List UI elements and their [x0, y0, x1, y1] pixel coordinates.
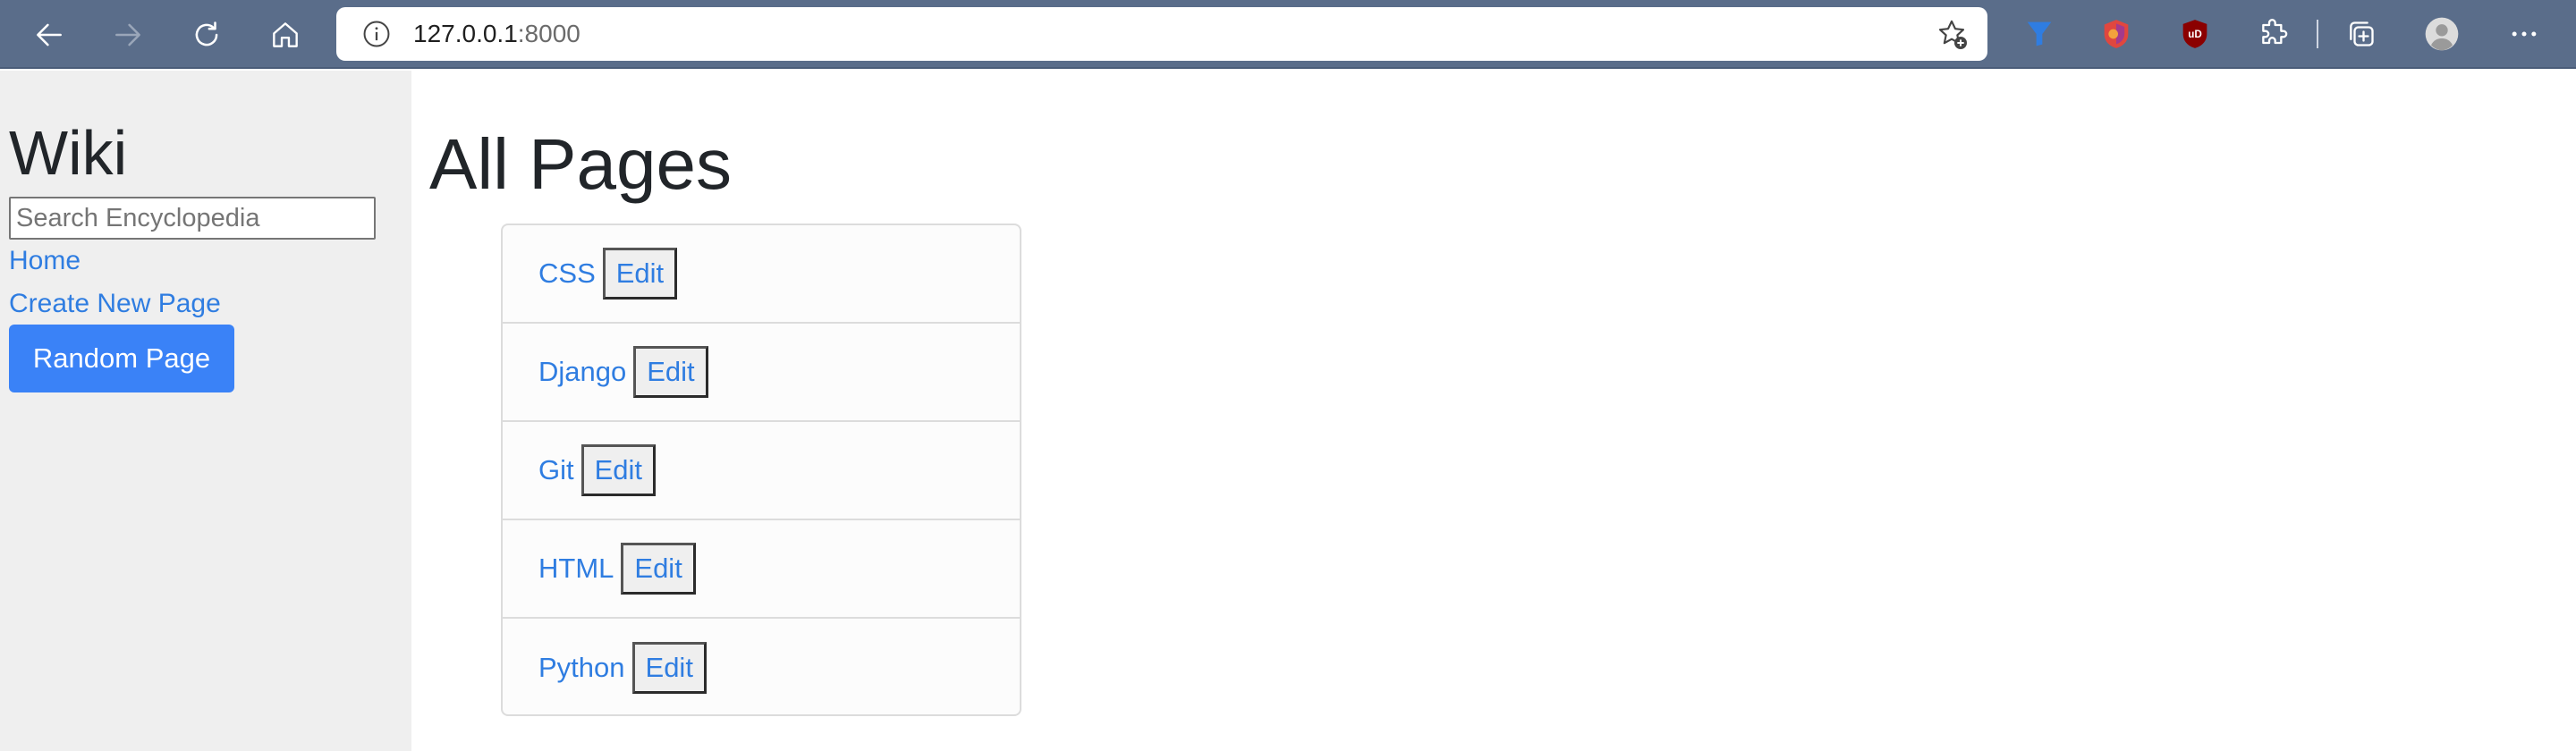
pages-list: CSS Edit Django Edit Git Edit HTML Edit … [501, 224, 1021, 716]
toolbar-divider [2317, 20, 2318, 48]
entry-link[interactable]: HTML [538, 553, 614, 585]
entry-link[interactable]: Django [538, 356, 626, 388]
address-bar[interactable]: 127.0.0.1:8000 [336, 7, 1987, 61]
search-input[interactable] [9, 197, 376, 240]
collections-button[interactable] [2340, 13, 2383, 55]
edit-button[interactable]: Edit [633, 346, 708, 398]
home-icon [273, 22, 298, 47]
sidebar: Wiki Home Create New Page Random Page [0, 71, 411, 751]
reload-button[interactable] [181, 9, 233, 61]
add-favorite-icon[interactable] [1934, 16, 1970, 52]
profile-button[interactable] [2420, 13, 2463, 55]
extensions-button[interactable] [2252, 13, 2295, 55]
firefox-relay-extension[interactable] [2095, 13, 2138, 55]
refresh-icon [195, 21, 218, 46]
blue-funnel-icon [2027, 21, 2052, 46]
ublock-origin-icon: uD [2182, 20, 2207, 48]
url-text[interactable]: 127.0.0.1:8000 [413, 7, 580, 61]
list-item: HTML Edit [503, 520, 1020, 619]
ublock-origin-extension[interactable]: uD [2174, 13, 2216, 55]
edit-button[interactable]: Edit [621, 543, 696, 595]
home-button[interactable] [259, 9, 311, 61]
site-title: Wiki [9, 118, 128, 188]
list-item: Django Edit [503, 324, 1020, 422]
list-item: Python Edit [503, 619, 1020, 714]
page-title: All Pages [429, 124, 732, 204]
entry-link[interactable]: Python [538, 652, 625, 684]
list-item: Git Edit [503, 422, 1020, 520]
list-item: CSS Edit [503, 225, 1020, 324]
home-link[interactable]: Home [9, 243, 80, 279]
url-host: 127.0.0.1 [413, 20, 518, 47]
info-icon[interactable] [361, 19, 392, 49]
entry-link[interactable]: CSS [538, 257, 596, 290]
back-button[interactable] [23, 9, 75, 61]
browser-toolbar: 127.0.0.1:8000 uD [0, 0, 2576, 69]
firefox-relay-icon [2104, 20, 2129, 48]
edit-button[interactable]: Edit [580, 444, 657, 496]
collections-icon [2350, 21, 2374, 46]
settings-menu-button[interactable] [2503, 13, 2546, 55]
edit-button[interactable]: Edit [631, 642, 707, 694]
avatar-icon [2425, 17, 2459, 51]
ublock-label: uD [2188, 29, 2202, 40]
arrow-left-icon [37, 23, 62, 46]
entry-link[interactable]: Git [538, 454, 574, 486]
extensions-puzzle-icon [2262, 19, 2288, 45]
create-new-page-link[interactable]: Create New Page [9, 286, 221, 322]
arrow-right-icon [115, 23, 140, 46]
url-port: :8000 [517, 20, 580, 47]
random-page-button[interactable]: Random Page [9, 325, 234, 392]
more-horizontal-icon [2512, 31, 2537, 37]
edit-button[interactable]: Edit [602, 248, 678, 300]
forward-button[interactable] [102, 9, 154, 61]
blue-funnel-extension[interactable] [2018, 13, 2061, 55]
